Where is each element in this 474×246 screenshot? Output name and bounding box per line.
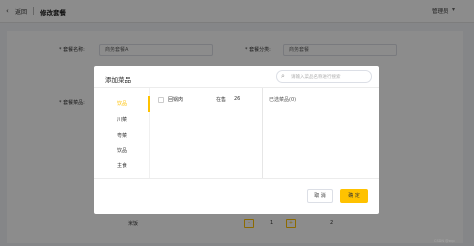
- search-input[interactable]: ⌕ 请输入菜品名称进行搜索: [276, 70, 372, 83]
- category-item[interactable]: 主食: [94, 160, 150, 172]
- dialog-footer: 取 消 确 定: [94, 178, 379, 214]
- dish-list: 回锅肉 在售 26: [150, 88, 263, 178]
- dish-name: 回锅肉: [168, 97, 184, 103]
- selected-dishes-panel: 已选菜品(0): [263, 88, 379, 178]
- selected-dishes-title: 已选菜品(0): [269, 97, 297, 103]
- category-item[interactable]: 川菜: [94, 114, 150, 126]
- dish-checkbox[interactable]: [158, 97, 164, 103]
- dish-price: 26: [234, 96, 241, 102]
- dialog-title: 添加菜品: [105, 76, 131, 84]
- category-item[interactable]: 饮品: [94, 98, 150, 110]
- category-item[interactable]: 粤菜: [94, 130, 150, 142]
- dialog-body: 饮品 川菜 粤菜 饮品 主食 回锅肉 在售 26 已选菜品(0): [94, 88, 379, 178]
- category-item[interactable]: 饮品: [94, 145, 150, 157]
- search-icon: ⌕: [281, 72, 285, 80]
- category-list: 饮品 川菜 粤菜 饮品 主食: [94, 88, 150, 178]
- dish-row[interactable]: 回锅肉 在售 26: [150, 94, 262, 106]
- dialog-header: 添加菜品 ⌕ 请输入菜品名称进行搜索: [94, 66, 379, 88]
- confirm-button[interactable]: 确 定: [340, 189, 368, 203]
- add-dish-dialog: 添加菜品 ⌕ 请输入菜品名称进行搜索 饮品 川菜 粤菜 饮品 主食 回锅肉 在售…: [94, 66, 379, 214]
- search-placeholder: 请输入菜品名称进行搜索: [291, 75, 341, 80]
- dish-status: 在售: [216, 97, 227, 103]
- watermark: CSDN @zcp: [434, 239, 455, 243]
- cancel-button[interactable]: 取 消: [307, 189, 333, 203]
